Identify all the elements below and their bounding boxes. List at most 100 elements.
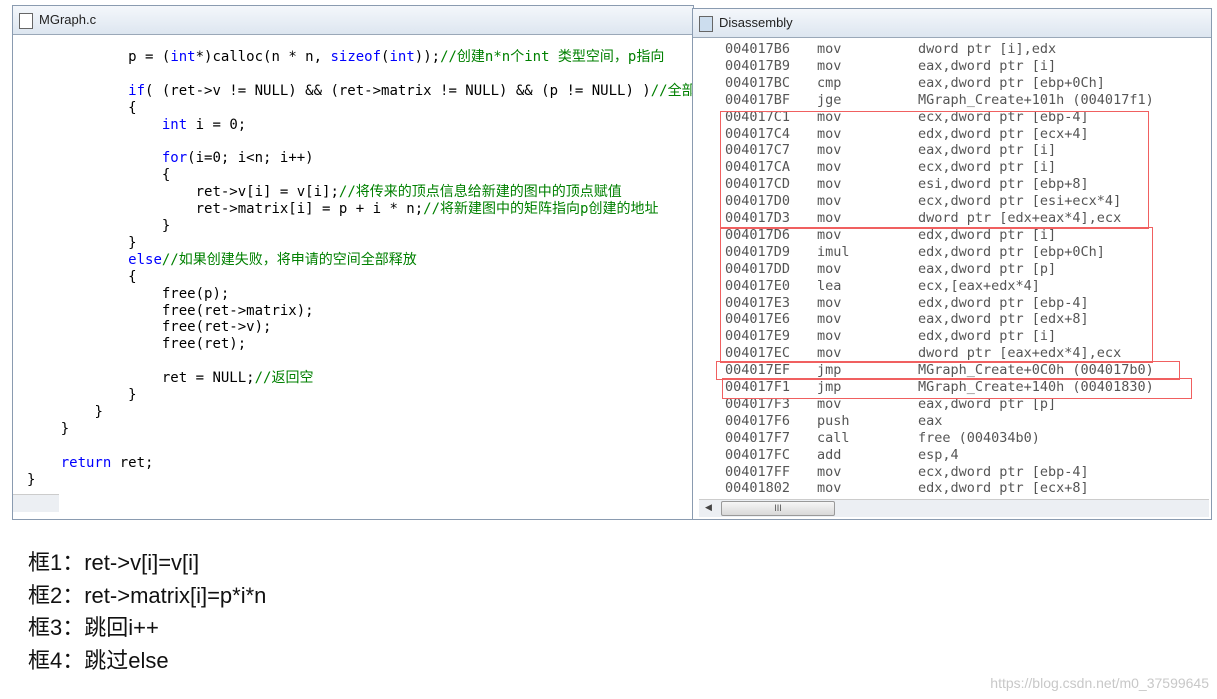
code-editor-window: MGraph.c p = (int*)calloc(n * n, sizeof(… bbox=[12, 5, 696, 520]
disassembly-title-bar: Disassembly bbox=[693, 9, 1211, 38]
asm-mnemonic: push bbox=[817, 412, 850, 429]
code-text: } bbox=[128, 387, 137, 403]
asm-mnemonic: mov bbox=[817, 463, 842, 480]
asm-operands: esp,4 bbox=[918, 446, 959, 463]
code-comment: //将新建图中的矩阵指向p创建的地址 bbox=[423, 201, 659, 218]
code-comment: //全部 bbox=[650, 82, 696, 99]
c-file-icon bbox=[19, 13, 33, 29]
code-text: ( (ret->v != NULL) && (ret->matrix != NU… bbox=[145, 82, 651, 99]
asm-operands: eax,dword ptr [ebp+0Ch] bbox=[918, 74, 1105, 91]
code-line: } bbox=[162, 218, 170, 235]
code-line: free(ret->v); bbox=[162, 319, 272, 336]
code-line: { bbox=[128, 100, 136, 117]
code-line: ret->matrix[i] = p + i * n;//将新建图中的矩阵指向p… bbox=[196, 201, 659, 218]
code-text: } bbox=[27, 471, 36, 488]
code-keyword: int bbox=[389, 49, 415, 65]
highlight-box-1 bbox=[720, 111, 1149, 229]
code-line: } bbox=[94, 404, 102, 421]
code-line: { bbox=[128, 269, 136, 286]
code-comment: //返回空 bbox=[254, 370, 314, 387]
code-text: ret->matrix[i] = p + i * n; bbox=[195, 201, 424, 218]
asm-mnemonic: mov bbox=[817, 480, 842, 497]
code-text: )); bbox=[414, 49, 441, 65]
asm-operands: dword ptr [i],edx bbox=[918, 41, 1057, 57]
code-line: int i = 0; bbox=[162, 117, 246, 134]
asm-address: 004017B9 bbox=[725, 57, 791, 74]
code-line: free(ret->matrix); bbox=[162, 303, 314, 320]
code-text: ret->v[i] = v[i]; bbox=[195, 184, 339, 201]
code-keyword: else bbox=[128, 251, 162, 268]
scrollbar-thumb[interactable]: III bbox=[721, 501, 835, 516]
code-keyword: int bbox=[170, 49, 196, 65]
code-text: p = ( bbox=[128, 49, 171, 65]
highlight-box-2 bbox=[720, 227, 1153, 363]
annotation-note: 框2：ret->matrix[i]=p*i*n bbox=[28, 582, 267, 608]
code-horizontal-scrollbar[interactable] bbox=[13, 494, 59, 512]
asm-operands: eax bbox=[918, 412, 943, 429]
asm-mnemonic: mov bbox=[817, 41, 842, 57]
code-text: free(p); bbox=[161, 285, 230, 302]
code-line: free(ret); bbox=[162, 336, 246, 353]
code-text: } bbox=[60, 420, 70, 437]
code-line: } bbox=[27, 472, 35, 489]
code-comment: //将传来的顶点信息给新建的图中的顶点赋值 bbox=[338, 184, 622, 201]
asm-address: 004017B6 bbox=[725, 41, 791, 57]
asm-address: 004017F6 bbox=[725, 412, 791, 429]
code-text: ret; bbox=[111, 454, 154, 471]
code-text: *)calloc(n * n, bbox=[195, 49, 331, 65]
disassembly-horizontal-scrollbar[interactable]: ◀ III bbox=[699, 499, 1209, 517]
disassembly-window-icon bbox=[699, 16, 713, 32]
asm-address: 004017F7 bbox=[725, 429, 791, 446]
code-line: if( (ret->v != NULL) && (ret->matrix != … bbox=[128, 83, 695, 100]
code-keyword: int bbox=[161, 116, 188, 133]
code-text: ret = NULL; bbox=[161, 370, 255, 387]
code-text: free(ret); bbox=[161, 336, 247, 353]
code-line: return ret; bbox=[61, 455, 154, 472]
code-text: { bbox=[161, 167, 171, 184]
annotation-note: 框1：ret->v[i]=v[i] bbox=[28, 550, 200, 575]
code-text: { bbox=[128, 268, 137, 285]
annotation-note: 框3：跳回i++ bbox=[28, 615, 159, 641]
highlight-box-4 bbox=[722, 378, 1192, 399]
asm-address: 00401802 bbox=[725, 480, 791, 497]
asm-mnemonic: call bbox=[817, 429, 850, 446]
asm-mnemonic: cmp bbox=[817, 74, 842, 91]
code-line: { bbox=[162, 167, 170, 184]
disassembly-title: Disassembly bbox=[719, 15, 793, 30]
code-line: p = (int*)calloc(n * n, sizeof(int));//创… bbox=[128, 49, 664, 66]
asm-address: 004017BF bbox=[725, 91, 791, 108]
asm-mnemonic: jge bbox=[817, 91, 842, 108]
code-line: } bbox=[128, 387, 136, 404]
disassembly-window: Disassembly 004017B6 mov dword ptr [i],edx… bbox=[692, 8, 1212, 520]
scroll-left-arrow-icon[interactable]: ◀ bbox=[705, 502, 712, 513]
annotation-note: 框4：跳过else bbox=[28, 648, 169, 674]
code-text: (i=0; i<n; i++) bbox=[187, 150, 314, 167]
code-keyword: for bbox=[161, 150, 188, 167]
code-comment: //创建n*n个int 类型空间，p指向 bbox=[440, 49, 665, 65]
asm-operands: eax,dword ptr [i] bbox=[918, 57, 1057, 74]
asm-address: 004017BC bbox=[725, 74, 791, 91]
asm-operands: edx,dword ptr [ecx+8] bbox=[918, 480, 1089, 497]
code-comment: //如果创建失败，将申请的空间全部释放 bbox=[161, 251, 417, 268]
asm-mnemonic: add bbox=[817, 446, 842, 463]
watermark: https://blog.csdn.net/m0_37599645 bbox=[990, 675, 1209, 691]
code-keyword: sizeof bbox=[330, 49, 382, 65]
code-text: { bbox=[128, 99, 137, 116]
code-line: for(i=0; i<n; i++) bbox=[162, 150, 314, 167]
asm-operands: free (004034b0) bbox=[918, 429, 1040, 446]
code-window-title: MGraph.c bbox=[39, 12, 97, 27]
code-text: free(ret->matrix); bbox=[161, 302, 314, 319]
asm-address: 004017FC bbox=[725, 446, 791, 463]
asm-operands: MGraph_Create+101h (004017f1) bbox=[918, 91, 1154, 108]
code-line: free(p); bbox=[162, 286, 229, 303]
code-line: } bbox=[128, 235, 136, 252]
asm-operands: ecx,dword ptr [ebp-4] bbox=[918, 463, 1089, 480]
code-text: } bbox=[161, 218, 171, 234]
code-keyword: return bbox=[60, 454, 112, 471]
code-text: } bbox=[128, 234, 137, 251]
asm-address: 004017FF bbox=[725, 463, 791, 480]
code-keyword: if bbox=[128, 82, 146, 99]
code-line: ret->v[i] = v[i];//将传来的顶点信息给新建的图中的顶点赋值 bbox=[196, 184, 622, 201]
code-window-title-bar: MGraph.c bbox=[13, 6, 693, 35]
code-text: i = 0; bbox=[187, 116, 247, 133]
